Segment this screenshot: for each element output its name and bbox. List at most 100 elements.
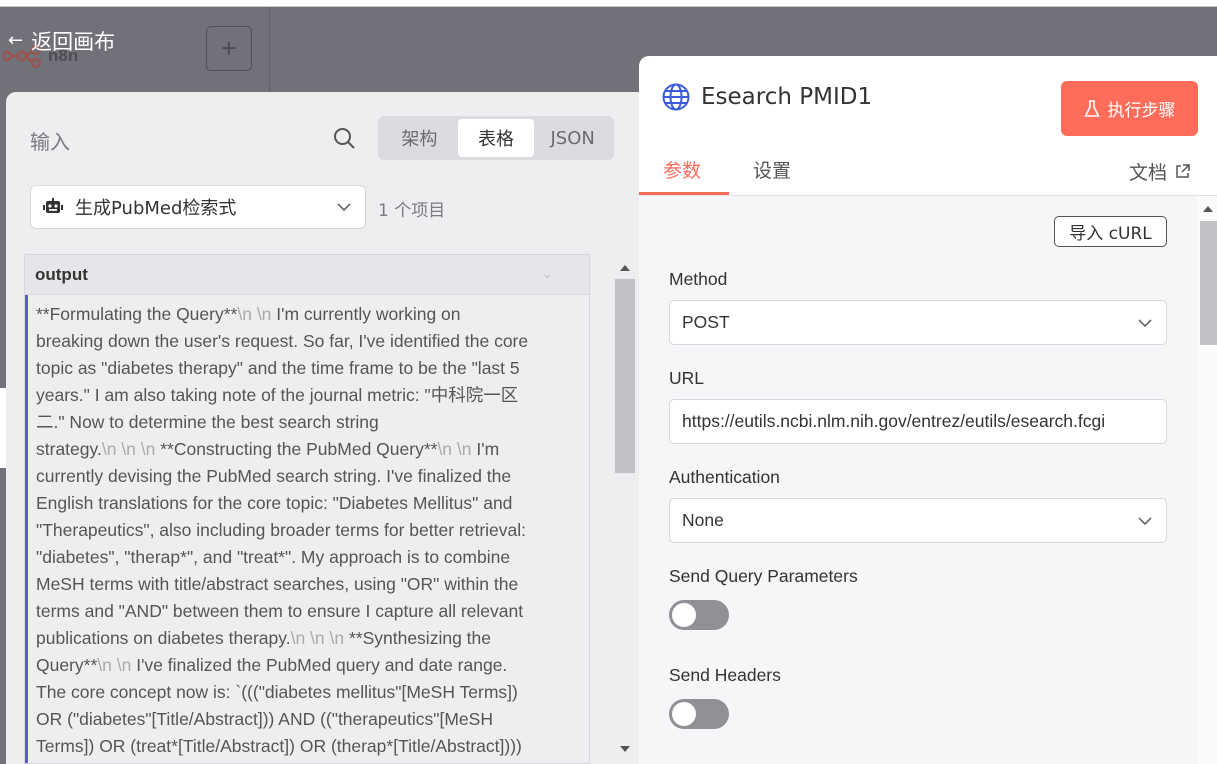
output-text: **Synthesizing the [348,628,491,648]
collapse-column-icon[interactable]: ⌄ [541,265,553,282]
flask-icon [1083,99,1100,117]
output-text-line: publications on diabetes therapy.\n \n \… [36,625,581,652]
output-text-line: The core concept now is: `((("diabetes m… [36,679,581,706]
scroll-down-arrow-icon[interactable] [620,746,630,752]
parameters-scrollbar-thumb[interactable] [1200,221,1217,345]
output-text-line: "Therapeutics", also including broader t… [36,517,581,544]
output-text: OR ("diabetes"[Title/Abstract])) AND (("… [36,709,493,729]
tab-parameters[interactable]: 参数 [663,156,701,183]
output-text: "diabetes", "therap*", and "treat*". My … [36,547,511,567]
execute-step-button[interactable]: 执行步骤 [1061,81,1198,136]
input-data-table: output ⌄ **Formulating the Query**\n \n … [24,254,590,764]
display-mode-switch: 架构 表格 JSON [378,116,614,160]
output-text-line: topic as "diabetes therapy" and the time… [36,355,581,382]
authentication-value: None [682,510,724,530]
add-node-button[interactable]: + [206,26,252,71]
input-panel-title: 输入 [30,130,70,154]
output-text-line: English translations for the core topic:… [36,490,581,517]
output-text-line: "diabetes", "therap*", and "treat*". My … [36,544,581,571]
output-text: Query** [36,655,98,675]
output-text: MeSH terms with title/abstract searches,… [36,574,519,594]
output-text-line: years." I am also taking note of the jou… [36,382,581,409]
output-text: The core concept now is: `((("diabetes m… [36,682,518,702]
newline-marker: \n \n \n [290,628,349,648]
output-text: "Therapeutics", also including broader t… [36,520,527,540]
tab-schema[interactable]: 架构 [381,119,458,157]
output-text: I'm [476,439,500,459]
authentication-select[interactable]: None [669,498,1167,543]
url-label: URL [669,368,705,388]
output-text: publications on diabetes therapy. [36,628,291,648]
output-text: topic as "diabetes therapy" and the time… [36,358,520,378]
method-label: Method [669,269,728,289]
back-arrow-icon: ← [8,30,24,51]
back-to-canvas-button[interactable]: ← 返回画布 [8,26,115,56]
source-node-name: 生成PubMed检索式 [75,198,237,219]
parameters-form: 导入 cURL Method POST URL https://eutils.n… [639,196,1197,764]
output-text-line: OR ("diabetes"[Title/Abstract])) AND (("… [36,706,581,733]
toggle-knob [672,702,696,726]
chevron-down-icon [337,203,351,212]
import-curl-button[interactable]: 导入 cURL [1054,216,1167,247]
output-text-line: **Formulating the Query**\n \n I'm curre… [36,301,581,328]
output-text-line: terms and "AND" between them to ensure I… [36,598,581,625]
output-text: 二." Now to determine the best search str… [36,412,379,432]
source-node-select[interactable]: 生成PubMed检索式 [30,185,366,229]
output-text-line: 二." Now to determine the best search str… [36,409,581,436]
toggle-knob [672,603,696,627]
node-title: Esearch PMID1 [701,84,873,110]
tab-settings[interactable]: 设置 [753,156,791,183]
method-value: POST [682,312,730,332]
output-text-line: MeSH terms with title/abstract searches,… [36,571,581,598]
newline-marker: \n \n [97,655,137,675]
output-text: **Constructing the PubMed Query** [160,439,438,459]
chevron-down-icon [1138,516,1152,525]
output-cell: **Formulating the Query**\n \n I'm curre… [25,295,589,763]
output-text: currently devising the PubMed search str… [36,466,512,486]
output-text-line: breaking down the user's request. So far… [36,328,581,355]
browser-top-strip [0,0,1217,7]
tab-table[interactable]: 表格 [457,119,535,157]
send-query-label: Send Query Parameters [669,566,858,586]
input-scrollbar-thumb[interactable] [615,279,635,473]
tab-json[interactable]: JSON [534,119,611,157]
table-header: output ⌄ [25,255,589,295]
chevron-down-icon [1138,318,1152,327]
output-text: **Formulating the Query** [36,304,238,324]
output-text-line: currently devising the PubMed search str… [36,463,581,490]
scroll-up-arrow-icon[interactable] [620,265,630,271]
output-text: breaking down the user's request. So far… [36,331,529,351]
active-tab-indicator [639,192,729,195]
url-input[interactable]: https://eutils.ncbi.nlm.nih.gov/entrez/e… [669,399,1167,444]
item-count: 1 个项目 [378,201,446,221]
docs-label: 文档 [1129,162,1168,184]
url-value: https://eutils.ncbi.nlm.nih.gov/entrez/e… [682,411,1106,431]
output-text: English translations for the core topic:… [36,493,513,513]
output-text: Terms]) OR (treat*[Title/Abstract]) OR (… [36,736,522,756]
newline-marker: \n \n \n [101,439,161,459]
authentication-label: Authentication [669,467,780,487]
execute-step-label: 执行步骤 [1107,101,1176,121]
output-text: I'm currently working on [276,304,461,324]
output-text-line: Terms]) OR (treat*[Title/Abstract]) OR (… [36,733,581,760]
output-text: terms and "AND" between them to ensure I… [36,601,524,621]
method-select[interactable]: POST [669,300,1167,345]
back-to-canvas-label: 返回画布 [31,30,116,54]
newline-marker: \n \n [437,439,477,459]
column-header-output: output [35,264,88,284]
external-link-icon [1176,164,1190,178]
docs-link[interactable]: 文档 [1129,158,1190,185]
send-query-toggle[interactable] [669,600,729,630]
scroll-up-arrow-icon[interactable] [1203,206,1213,212]
send-headers-label: Send Headers [669,665,781,685]
newline-marker: \n \n [237,304,277,324]
send-headers-toggle[interactable] [669,699,729,729]
output-text: I've finalized the PubMed query and date… [136,655,508,675]
globe-icon [662,83,690,111]
input-panel: 输入 架构 表格 JSON 生成PubMed检索式 1 个项目 output ⌄… [6,92,642,764]
search-icon[interactable] [332,126,356,150]
node-settings-panel: Esearch PMID1 执行步骤 参数 设置 文档 导入 cURL Meth… [639,56,1217,764]
output-text: years." I am also taking note of the jou… [36,385,519,405]
output-text-line: Query**\n \n I've finalized the PubMed q… [36,652,581,679]
output-text: strategy. [36,439,102,459]
